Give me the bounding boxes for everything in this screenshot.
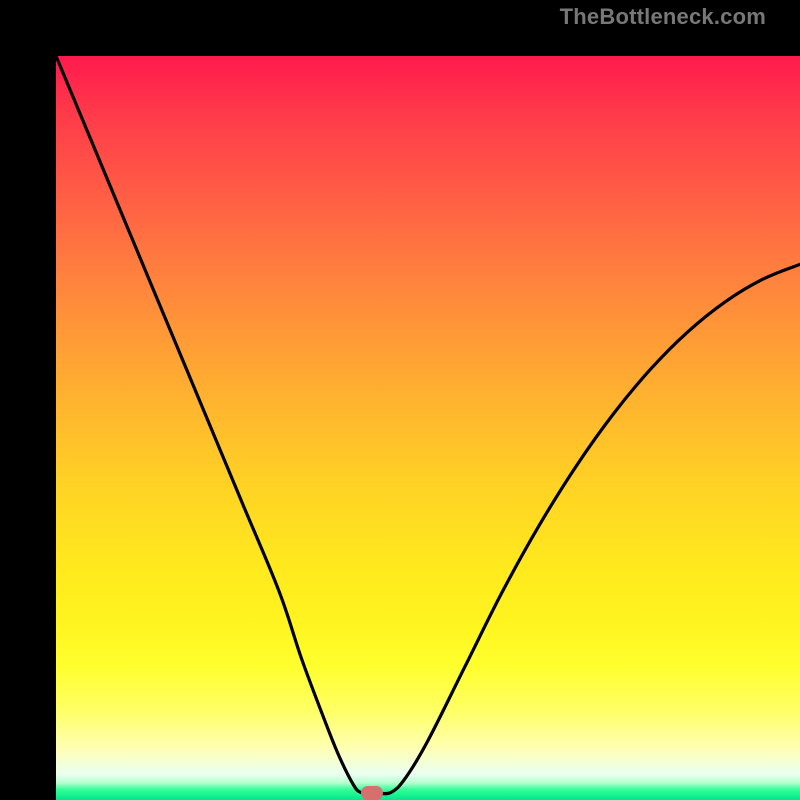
chart-frame: [0, 0, 800, 800]
optimal-point-marker: [361, 786, 383, 800]
watermark-text: TheBottleneck.com: [560, 4, 766, 30]
bottleneck-curve: [56, 56, 800, 800]
plot-area: [56, 56, 800, 800]
